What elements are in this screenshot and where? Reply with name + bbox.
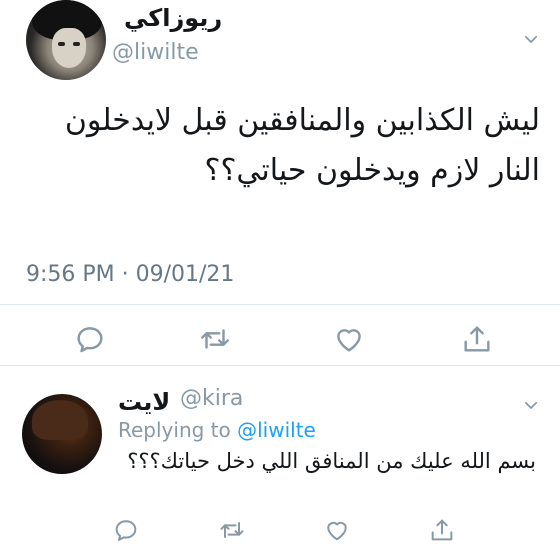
avatar-face: [52, 28, 86, 68]
reply-tweet: لايت @kira Replying to @liwilte بسم الله…: [0, 366, 560, 560]
mention-link[interactable]: @liwilte: [237, 418, 316, 442]
reply-icon[interactable]: [73, 322, 107, 356]
display-name[interactable]: ريوزاكي: [124, 4, 222, 32]
replying-to: Replying to @liwilte: [118, 418, 316, 442]
avatar-hair: [32, 400, 88, 440]
like-icon[interactable]: [332, 322, 366, 356]
user-handle[interactable]: @liwilte: [112, 40, 199, 65]
replying-to-label: Replying to: [118, 418, 238, 442]
avatar[interactable]: [26, 0, 106, 80]
retweet-icon[interactable]: [218, 516, 246, 544]
user-handle[interactable]: @kira: [180, 386, 243, 411]
avatar-eye: [73, 42, 80, 46]
avatar-eye: [58, 42, 65, 46]
share-icon[interactable]: [428, 516, 456, 544]
tweet: ريوزاكي @liwilte ليش الكذابين والمنافقين…: [0, 0, 560, 365]
chevron-down-icon[interactable]: [522, 30, 540, 48]
reply-text: بسم الله عليك من المنافق اللي دخل حياتك؟…: [127, 449, 536, 473]
divider: [0, 304, 560, 305]
like-icon[interactable]: [323, 516, 351, 544]
tweet-text: ليش الكذابين والمنافقين قبل لايدخلون الن…: [64, 103, 540, 188]
chevron-down-icon[interactable]: [522, 396, 540, 414]
retweet-icon[interactable]: [198, 322, 232, 356]
avatar[interactable]: [22, 394, 102, 474]
display-name[interactable]: لايت: [118, 388, 170, 416]
reply-icon[interactable]: [112, 516, 140, 544]
timestamp[interactable]: 9:56 PM · 09/01/21: [26, 262, 234, 287]
share-icon[interactable]: [460, 322, 494, 356]
